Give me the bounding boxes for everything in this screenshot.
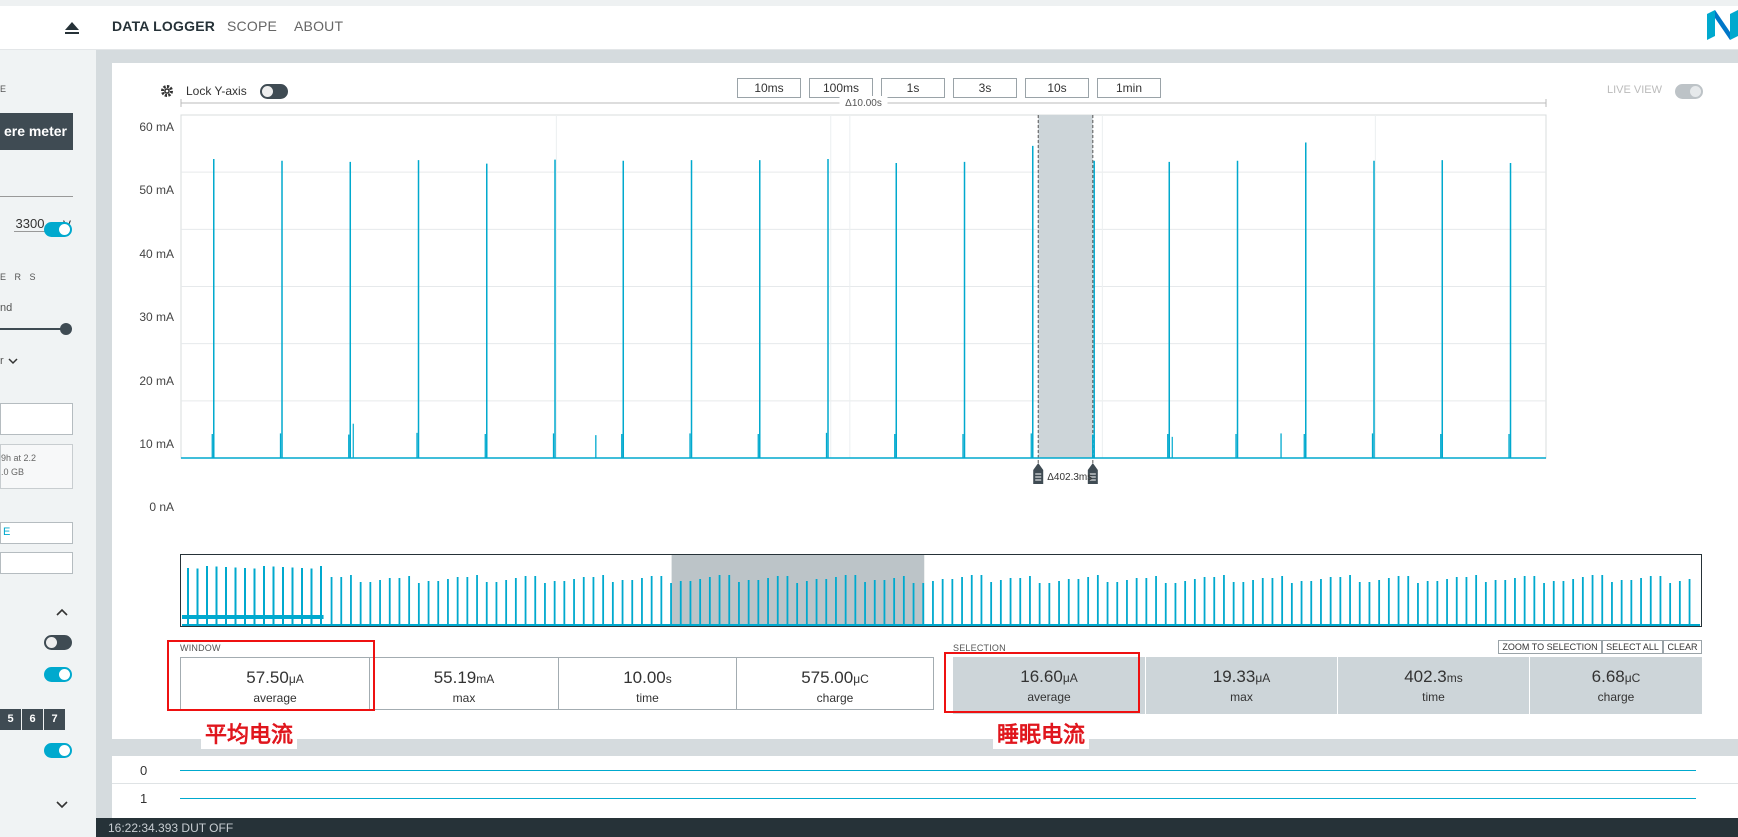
delta-window-label: Δ10.00s bbox=[845, 98, 882, 109]
storage-info-line2: .0 GB bbox=[1, 467, 25, 477]
sidebar: E ere meter 3300 mV E R S nd r 9h at 2.2… bbox=[0, 50, 96, 837]
window-average-stat: 57.50μA average bbox=[180, 657, 370, 710]
overview-minimap[interactable] bbox=[180, 545, 1702, 627]
stat-value: 6.68 bbox=[1591, 667, 1625, 686]
stat-value: 55.19 bbox=[433, 668, 477, 687]
stat-value: 402.3 bbox=[1404, 667, 1447, 686]
digital-channel-row: 0 bbox=[112, 756, 1738, 784]
digital-channels-toggle[interactable] bbox=[44, 635, 72, 650]
storage-info-line1: 9h at 2.2 bbox=[1, 453, 37, 463]
stat-value: 10.00 bbox=[623, 668, 666, 687]
stat-label: average bbox=[253, 691, 297, 705]
dropdown-label: r bbox=[0, 355, 4, 367]
stat-label: average bbox=[1027, 690, 1071, 704]
window-charge-stat: 575.00μC charge bbox=[736, 657, 934, 710]
chevron-down-icon[interactable] bbox=[55, 800, 69, 810]
selection-max-stat: 19.33μA max bbox=[1146, 657, 1338, 714]
status-bar: 16:22:34.393 DUT OFF bbox=[96, 818, 1738, 837]
power-output-toggle[interactable] bbox=[44, 222, 72, 237]
storage-info: 9h at 2.2 .0 GB bbox=[0, 444, 73, 489]
show-digital-toggle[interactable] bbox=[44, 667, 72, 682]
voltage-underline bbox=[0, 196, 73, 197]
selection-time-stat: 402.3ms time bbox=[1338, 657, 1530, 714]
stat-unit: mA bbox=[476, 672, 495, 686]
channel-button-7[interactable]: 7 bbox=[44, 709, 65, 730]
stat-unit: ms bbox=[1446, 671, 1463, 685]
sample-rate-label: nd bbox=[0, 302, 13, 314]
clear-selection-button[interactable]: CLEAR bbox=[1663, 640, 1702, 654]
window-time-stat: 10.00s time bbox=[558, 657, 737, 710]
chart-panel: Lock Y-axis 10ms 100ms 1s 3s 10s 1min LI… bbox=[112, 63, 1738, 739]
window-max-stat: 55.19mA max bbox=[369, 657, 559, 710]
stat-label: charge bbox=[1597, 690, 1635, 704]
main-area: Lock Y-axis 10ms 100ms 1s 3s 10s 1min LI… bbox=[96, 50, 1738, 837]
chevron-down-icon bbox=[8, 358, 18, 365]
nav-about[interactable]: ABOUT bbox=[294, 18, 343, 34]
stat-unit: μA bbox=[1255, 671, 1271, 685]
digital-channels-panel: 0 1 bbox=[112, 756, 1738, 818]
channel-button-5[interactable]: 5 bbox=[0, 709, 21, 730]
stat-unit: μC bbox=[853, 672, 869, 686]
stat-unit: s bbox=[665, 672, 672, 686]
chevron-up-icon[interactable] bbox=[55, 607, 69, 617]
stat-unit: μC bbox=[1624, 671, 1641, 685]
digital-trace bbox=[180, 798, 1696, 799]
window-stats-heading: WINDOW bbox=[180, 643, 221, 653]
digital-channel-row: 1 bbox=[112, 784, 1738, 812]
parameters-heading: E R S bbox=[0, 272, 39, 282]
current-chart[interactable]: Δ10.00s Δ402.3ms bbox=[112, 63, 1738, 543]
eject-icon[interactable] bbox=[64, 19, 80, 35]
zoom-to-selection-button[interactable]: ZOOM TO SELECTION bbox=[1498, 640, 1602, 654]
stat-label: charge bbox=[816, 691, 854, 705]
selection-charge-stat: 6.68μC charge bbox=[1530, 657, 1702, 714]
top-strip bbox=[0, 0, 1738, 6]
selection-handle-start[interactable] bbox=[1033, 463, 1044, 484]
selection-duration-label: Δ402.3ms bbox=[1047, 472, 1092, 483]
sidebar-mode-heading: E bbox=[0, 84, 10, 94]
stat-unit: μA bbox=[1062, 671, 1078, 685]
stat-value: 16.60 bbox=[1020, 667, 1063, 686]
ampere-meter-button[interactable]: ere meter bbox=[0, 113, 73, 150]
sample-rate-slider-track[interactable] bbox=[0, 328, 66, 330]
select-all-button[interactable]: SELECT ALL bbox=[1602, 640, 1663, 654]
stat-value: 575.00 bbox=[801, 668, 854, 687]
channel-button-6[interactable]: 6 bbox=[22, 709, 43, 730]
stat-label: time bbox=[1422, 690, 1445, 704]
sample-rate-slider-handle[interactable] bbox=[60, 323, 72, 335]
selection-average-stat: 16.60μA average bbox=[953, 657, 1146, 714]
selection-region bbox=[1038, 115, 1093, 458]
stat-label: time bbox=[636, 691, 659, 705]
annotation-sleep-current: 睡眠电流 bbox=[993, 717, 1090, 749]
annotation-average-current: 平均电流 bbox=[201, 717, 298, 749]
nav-scope[interactable]: SCOPE bbox=[227, 18, 277, 34]
stat-value: 57.50 bbox=[246, 668, 289, 687]
timestamps-toggle[interactable] bbox=[44, 743, 72, 758]
selection-stats-heading: SELECTION bbox=[953, 643, 1006, 653]
trigger-level-input[interactable] bbox=[0, 552, 73, 574]
stat-value: 19.33 bbox=[1212, 667, 1256, 686]
nav-data-logger[interactable]: DATA LOGGER bbox=[112, 18, 215, 34]
digital-channel-label: 1 bbox=[140, 791, 148, 806]
supply-voltage-input[interactable]: 3300 bbox=[14, 216, 46, 232]
stat-label: max bbox=[452, 691, 476, 705]
nordic-logo-icon bbox=[1707, 10, 1738, 40]
digital-channel-label: 0 bbox=[140, 763, 148, 778]
top-bar: DATA LOGGER SCOPE ABOUT bbox=[0, 0, 1738, 50]
overview-dense-band bbox=[182, 615, 324, 619]
trigger-input[interactable]: E bbox=[0, 522, 73, 544]
digital-trace bbox=[180, 770, 1696, 771]
file-path-input[interactable] bbox=[0, 403, 73, 435]
stat-unit: μA bbox=[288, 672, 304, 686]
stat-label: max bbox=[1230, 690, 1253, 704]
